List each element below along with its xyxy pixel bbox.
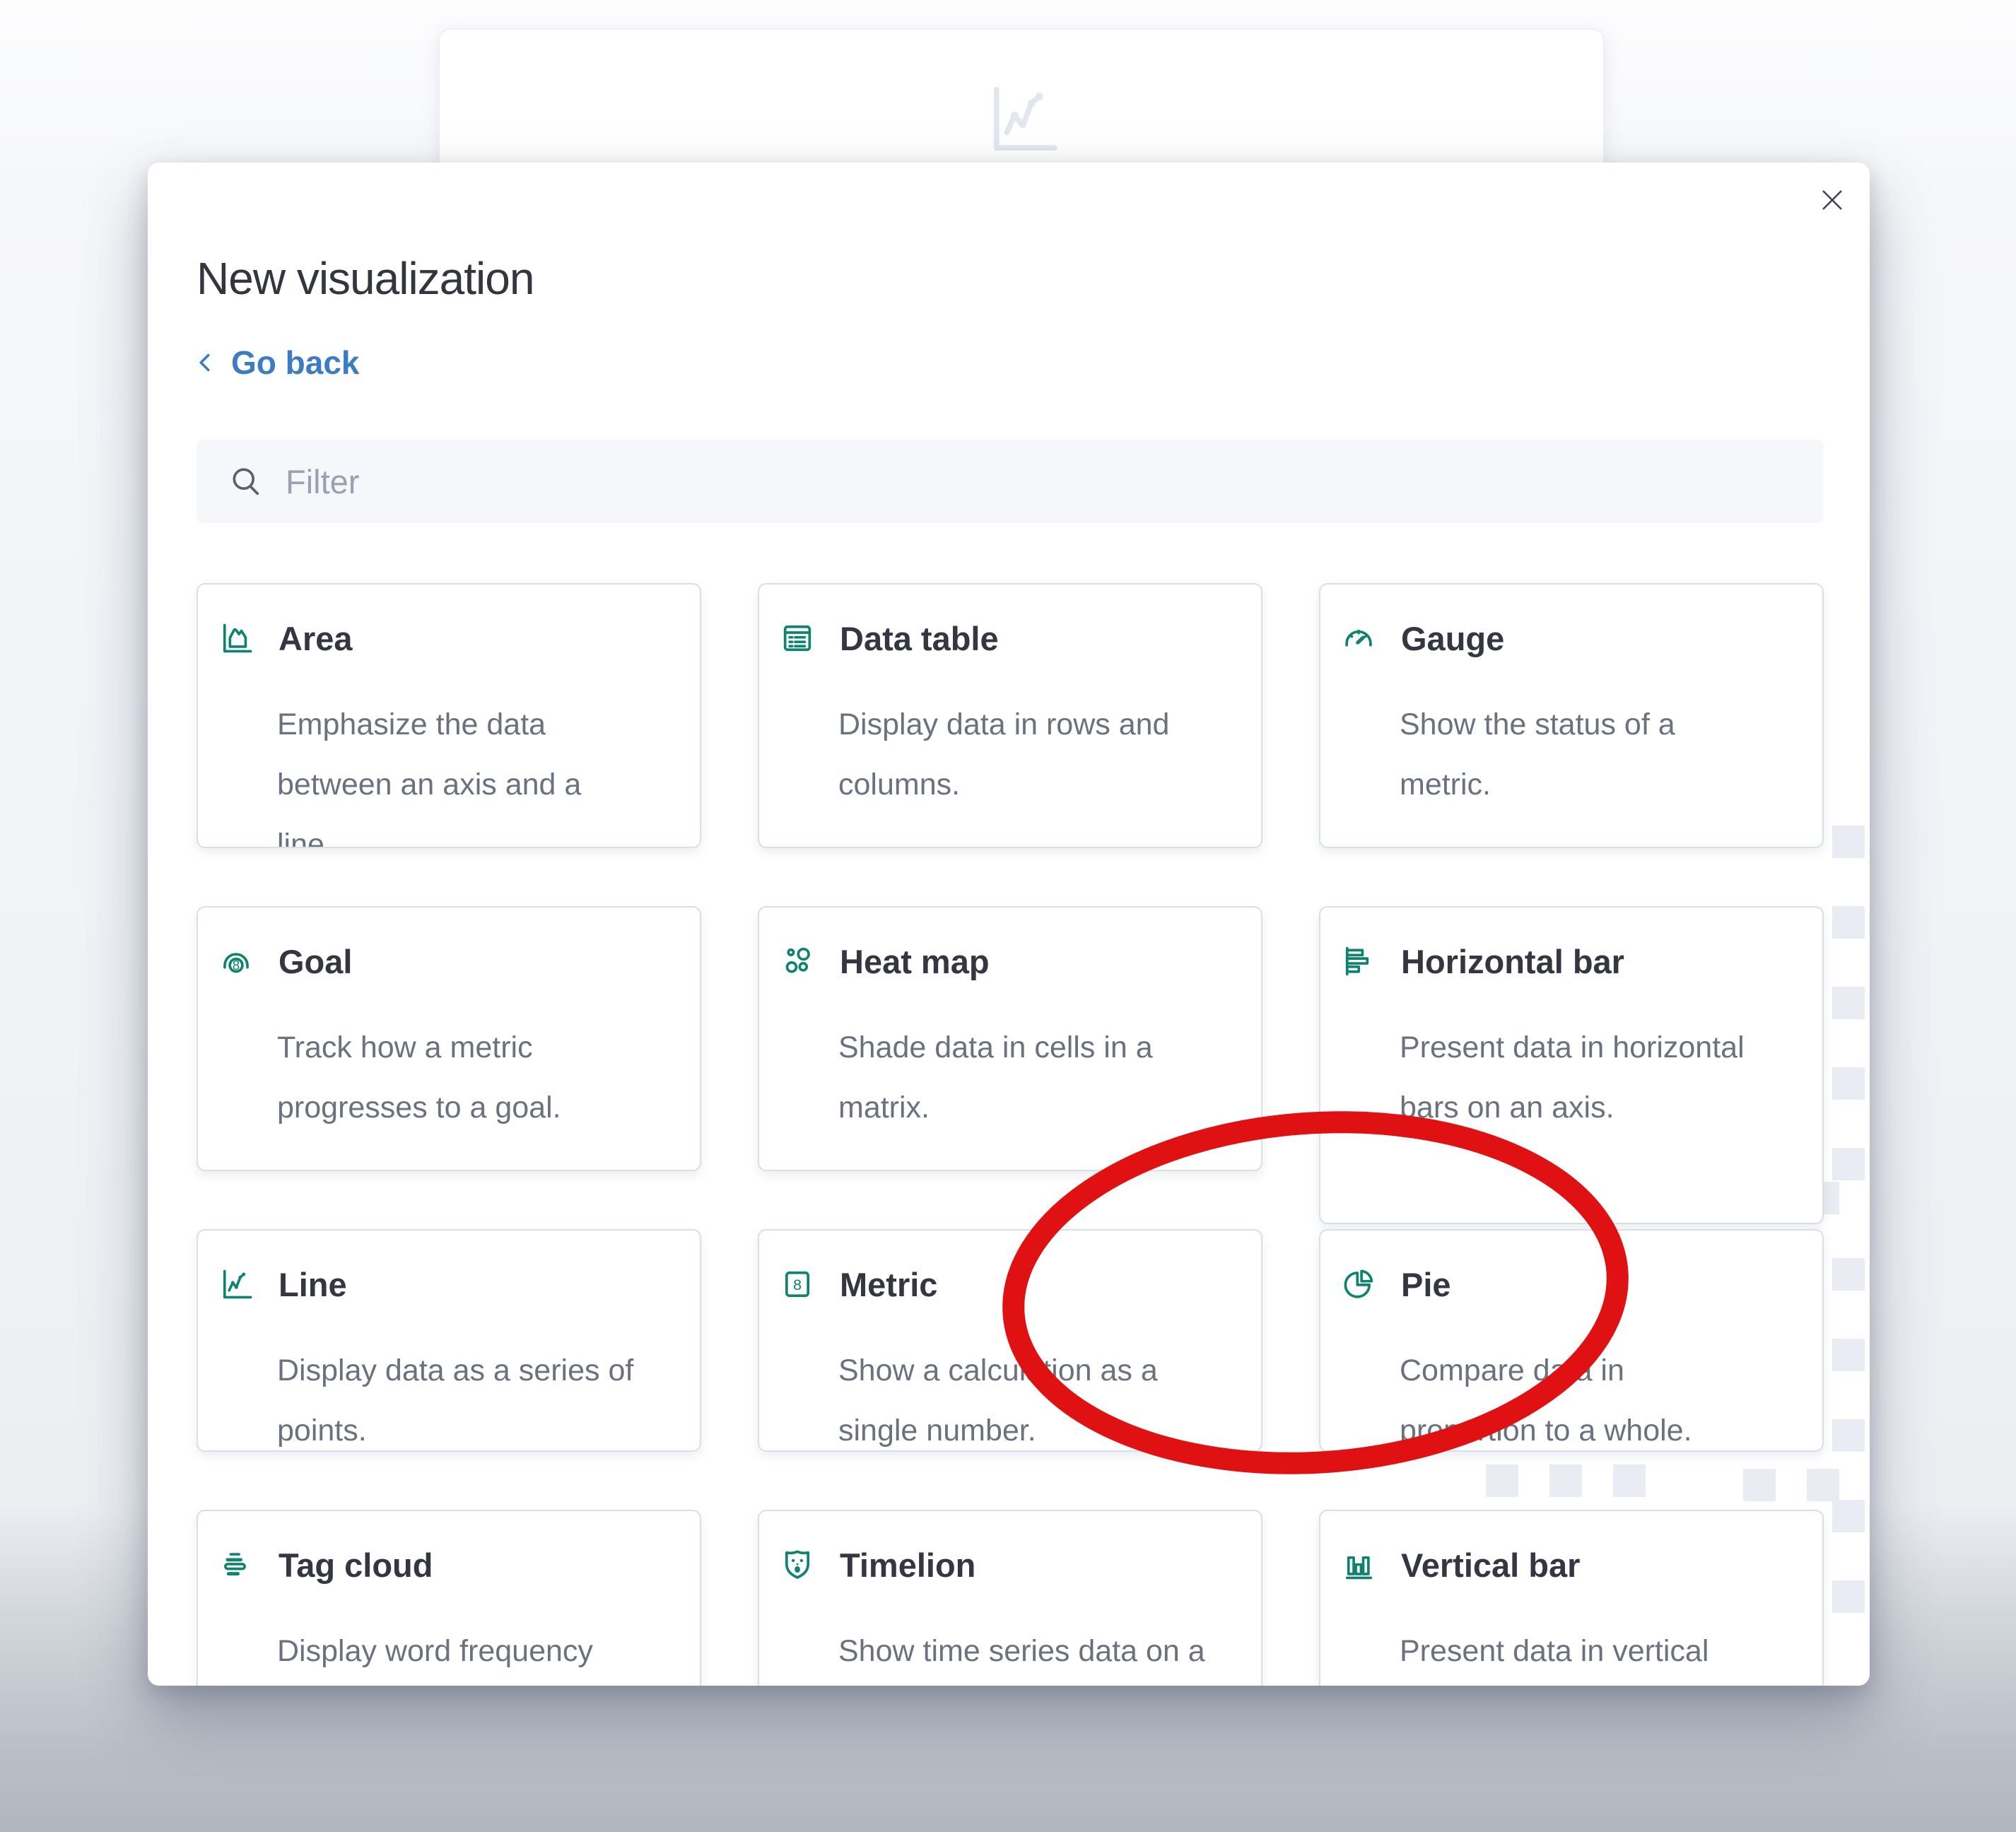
gauge-icon [1340, 620, 1377, 657]
horizontal-bar-icon [1340, 943, 1377, 980]
viz-card-description: Show a calculation as a single number. [838, 1341, 1206, 1452]
viz-card-title: Pie [1401, 1265, 1451, 1304]
viz-card-title: Horizontal bar [1401, 942, 1624, 981]
filter-search-box [197, 440, 1824, 523]
viz-card-gauge[interactable]: Gauge Show the status of a metric. [1319, 583, 1824, 848]
metric-icon: 8 [779, 1266, 816, 1303]
filter-input[interactable] [264, 440, 1824, 523]
viz-card-title: Heat map [840, 942, 990, 981]
viz-card-description: Display data as a series of points. [277, 1341, 645, 1452]
goal-icon: 8 [218, 943, 254, 980]
viz-card-timelion[interactable]: Timelion Show time series data on a grap… [758, 1510, 1262, 1686]
watermark-square [1832, 1500, 1865, 1532]
viz-card-title: Timelion [840, 1546, 975, 1585]
viz-card-description: Show the status of a metric. [1400, 695, 1767, 815]
search-icon [228, 463, 264, 500]
viz-card-title: Goal [279, 942, 352, 981]
pie-card-annotated-area: Pie Compare data in proportion to a whol… [1319, 1229, 1824, 1452]
watermark-square [1832, 826, 1865, 858]
watermark-square [1832, 1067, 1865, 1100]
viz-card-description: Emphasize the data between an axis and a… [277, 695, 645, 848]
viz-card-title: Data table [840, 619, 999, 658]
viz-card-title: Vertical bar [1401, 1546, 1580, 1585]
viz-card-description: Track how a metric progresses to a goal. [277, 1018, 645, 1138]
area-chart-icon [218, 620, 254, 657]
watermark-square [1832, 1580, 1865, 1613]
viz-card-description: Present data in horizontal bars on an ax… [1400, 1018, 1767, 1138]
heat-map-icon [779, 943, 816, 980]
vertical-bar-icon [1340, 1546, 1377, 1583]
watermark-square [1832, 1419, 1865, 1452]
viz-card-area[interactable]: Area Emphasize the data between an axis … [197, 583, 701, 848]
new-visualization-modal: New visualization Go back Area Emphasize… [148, 163, 1870, 1686]
modal-title: New visualization [197, 252, 534, 305]
viz-card-data-table[interactable]: Data table Display data in rows and colu… [758, 583, 1262, 848]
viz-card-horizontal-bar[interactable]: Horizontal bar Present data in horizonta… [1319, 906, 1824, 1224]
svg-text:8: 8 [793, 1276, 802, 1293]
viz-card-title: Metric [840, 1265, 937, 1304]
pie-chart-icon [1340, 1266, 1377, 1303]
viz-card-line[interactable]: Line Display data as a series of points. [197, 1229, 701, 1452]
tag-cloud-icon [218, 1546, 254, 1583]
watermark-square [1832, 1148, 1865, 1180]
svg-text:8: 8 [233, 958, 240, 973]
viz-card-metric[interactable]: 8 Metric Show a calculation as a single … [758, 1229, 1262, 1452]
viz-card-pie[interactable]: Pie Compare data in proportion to a whol… [1319, 1229, 1824, 1452]
viz-card-vertical-bar[interactable]: Vertical bar Present data in vertical ba… [1319, 1510, 1824, 1686]
watermark-square [1832, 987, 1865, 1019]
viz-card-title: Tag cloud [279, 1546, 433, 1585]
go-back-label: Go back [231, 344, 360, 382]
viz-card-title: Area [279, 619, 353, 658]
viz-card-heat-map[interactable]: Heat map Shade data in cells in a matrix… [758, 906, 1262, 1171]
viz-card-goal[interactable]: 8 Goal Track how a metric progresses to … [197, 906, 701, 1171]
viz-card-title: Gauge [1401, 619, 1504, 658]
viz-card-title: Line [279, 1265, 347, 1304]
viz-card-description: Shade data in cells in a matrix. [838, 1018, 1206, 1138]
viz-card-description: Show time series data on a graph. [838, 1621, 1206, 1686]
watermark-square [1832, 906, 1865, 939]
watermark-square [1832, 1339, 1865, 1371]
viz-card-description: Display word frequency with font size. [277, 1621, 645, 1686]
go-back-link[interactable]: Go back [193, 344, 360, 382]
line-chart-icon [218, 1266, 254, 1303]
chevron-left-icon [193, 350, 218, 375]
timelion-icon [779, 1546, 816, 1583]
viz-card-description: Compare data in proportion to a whole. [1400, 1341, 1767, 1452]
visualization-card-grid: Area Emphasize the data between an axis … [197, 583, 1824, 1686]
viz-card-description: Display data in rows and columns. [838, 695, 1206, 815]
close-icon[interactable] [1810, 178, 1854, 222]
watermark-square [1832, 1258, 1865, 1291]
data-table-icon [779, 620, 816, 657]
viz-card-description: Present data in vertical bars on an axis… [1400, 1621, 1767, 1686]
faded-line-chart-icon [981, 78, 1063, 160]
viz-card-tag-cloud[interactable]: Tag cloud Display word frequency with fo… [197, 1510, 701, 1686]
